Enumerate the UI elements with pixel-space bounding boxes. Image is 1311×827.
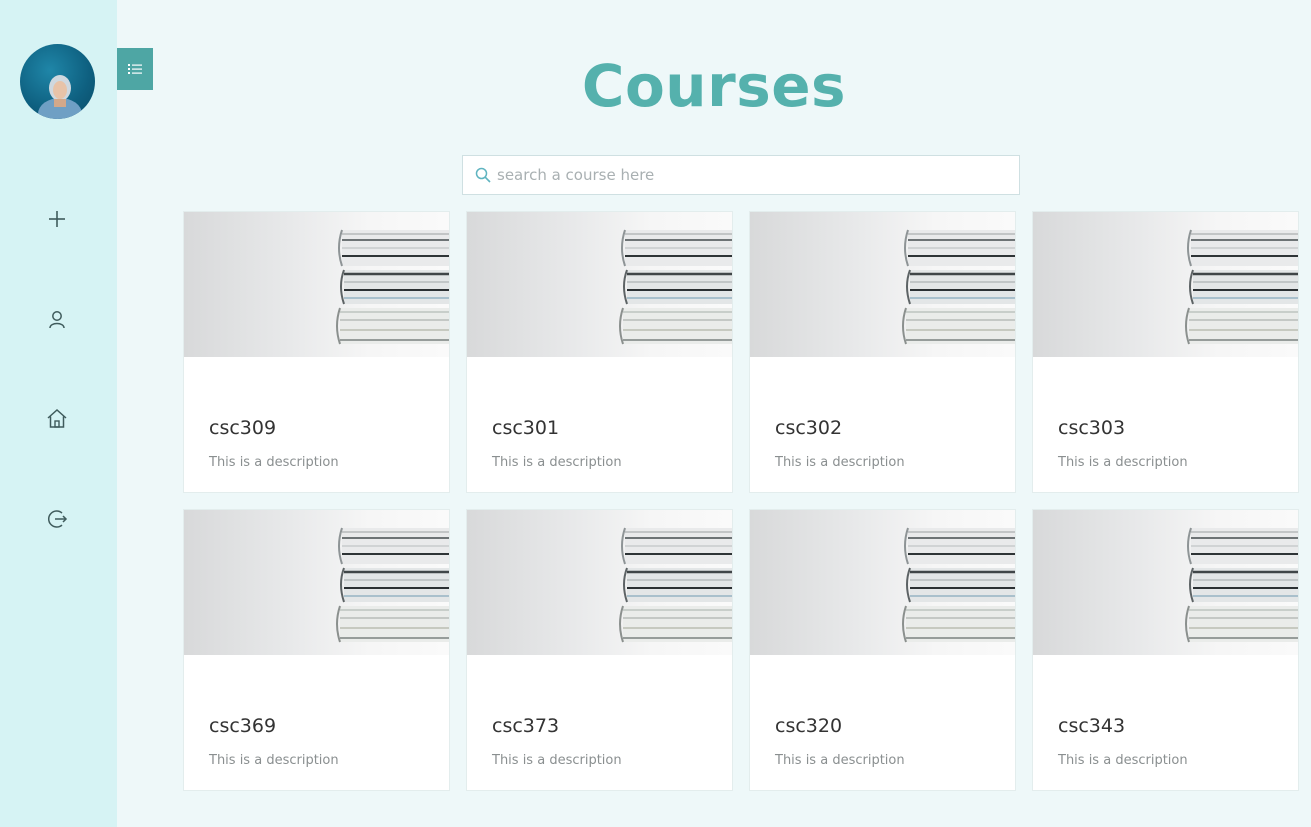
books-image	[619, 229, 732, 345]
course-thumbnail	[467, 212, 732, 357]
course-title: csc309	[209, 417, 277, 439]
course-card[interactable]: csc302 This is a description	[749, 211, 1016, 493]
books-image	[1185, 527, 1298, 643]
course-description: This is a description	[775, 455, 905, 470]
course-title: csc373	[492, 715, 560, 737]
course-description: This is a description	[1058, 455, 1188, 470]
course-description: This is a description	[492, 753, 622, 768]
course-title: csc303	[1058, 417, 1126, 439]
home-icon[interactable]	[44, 406, 70, 432]
course-thumbnail	[1033, 510, 1298, 655]
books-image	[336, 527, 449, 643]
course-thumbnail	[467, 510, 732, 655]
course-card[interactable]: csc373 This is a description	[466, 509, 733, 791]
course-title: csc301	[492, 417, 560, 439]
course-thumbnail	[750, 510, 1015, 655]
books-image	[1185, 229, 1298, 345]
course-card[interactable]: csc320 This is a description	[749, 509, 1016, 791]
course-description: This is a description	[492, 455, 622, 470]
search-input[interactable]	[497, 166, 1019, 184]
course-card[interactable]: csc301 This is a description	[466, 211, 733, 493]
books-image	[902, 527, 1015, 643]
course-description: This is a description	[1058, 753, 1188, 768]
books-image	[336, 229, 449, 345]
course-card[interactable]: csc369 This is a description	[183, 509, 450, 791]
course-description: This is a description	[209, 753, 339, 768]
books-image	[619, 527, 732, 643]
books-image	[902, 229, 1015, 345]
plus-icon[interactable]	[44, 206, 70, 232]
search-bar	[462, 155, 1020, 195]
course-title: csc369	[209, 715, 277, 737]
course-title: csc343	[1058, 715, 1126, 737]
course-card[interactable]: csc309 This is a description	[183, 211, 450, 493]
course-grid: csc309 This is a description csc301 This…	[183, 211, 1311, 791]
avatar-photo	[38, 75, 82, 119]
course-thumbnail	[750, 212, 1015, 357]
course-thumbnail	[1033, 212, 1298, 357]
course-thumbnail	[184, 510, 449, 655]
logout-icon[interactable]	[44, 506, 70, 532]
course-thumbnail	[184, 212, 449, 357]
avatar[interactable]	[20, 44, 95, 119]
sidebar	[0, 0, 117, 827]
course-card[interactable]: csc303 This is a description	[1032, 211, 1299, 493]
course-description: This is a description	[209, 455, 339, 470]
course-description: This is a description	[775, 753, 905, 768]
page-title: Courses	[581, 52, 847, 120]
course-card[interactable]: csc343 This is a description	[1032, 509, 1299, 791]
user-icon[interactable]	[44, 306, 70, 332]
course-title: csc302	[775, 417, 843, 439]
course-title: csc320	[775, 715, 843, 737]
search-icon	[475, 167, 491, 183]
